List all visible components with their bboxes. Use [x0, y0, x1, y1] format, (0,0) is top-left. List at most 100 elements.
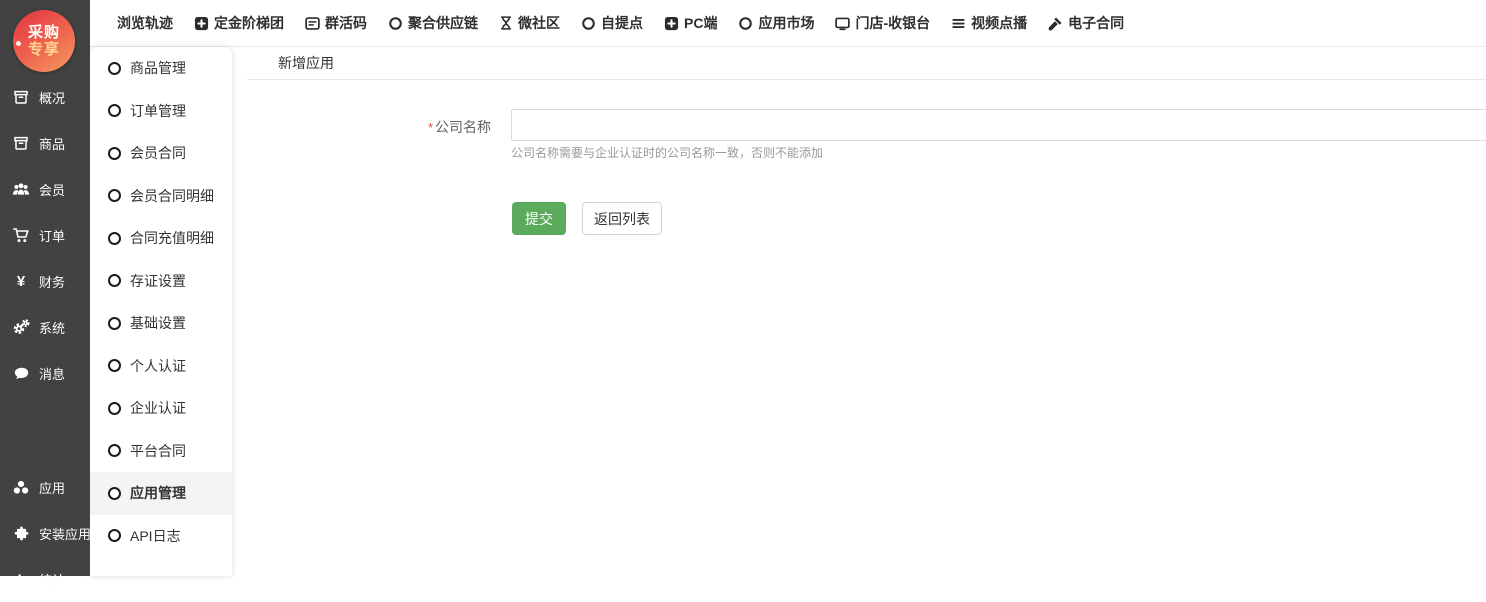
nav-item[interactable]: 应用市场 [738, 13, 814, 33]
submenu-item-label: 个人认证 [130, 356, 186, 376]
submenu-item-label: 商品管理 [130, 58, 186, 78]
monitor-icon [835, 16, 850, 31]
overview-box-icon [12, 88, 30, 106]
sidebar-item-label: 商品 [39, 134, 65, 153]
nav-item[interactable]: 群活码 [305, 13, 367, 33]
stats-icon [12, 570, 30, 588]
nav-item[interactable]: 浏览轨迹 [117, 13, 173, 33]
circle-bullet-icon [108, 147, 121, 160]
sidebar-item[interactable]: 概况 [0, 74, 90, 120]
submenu-item-label: 基础设置 [130, 313, 186, 333]
cart-icon [12, 226, 30, 244]
goods-box-icon [12, 134, 30, 152]
sidebar-item[interactable]: 应用 [0, 464, 90, 510]
submenu-item[interactable]: API日志 [90, 515, 232, 558]
form-actions: 提交 返回列表 [512, 202, 1486, 235]
circle-bullet-icon [108, 444, 121, 457]
sidebar-item[interactable]: 安装应用 [0, 510, 90, 556]
circle-bullet-icon [108, 104, 121, 117]
submenu-item-label: 平台合同 [130, 441, 186, 461]
sidebar-item-label: 应用 [39, 478, 65, 497]
yen-icon: ¥ [12, 272, 30, 290]
submenu-item[interactable]: 会员合同 [90, 132, 232, 175]
sidebar-item-label: 概况 [39, 88, 65, 107]
menu-lines-icon [951, 16, 966, 31]
sidebar-item[interactable]: 商品 [0, 120, 90, 166]
nav-item-label: 自提点 [601, 13, 643, 33]
submenu-item[interactable]: 商品管理 [90, 47, 232, 90]
nav-item[interactable]: 门店-收银台 [835, 13, 930, 33]
plus-square-icon [194, 16, 209, 31]
nav-item-label: 浏览轨迹 [117, 13, 173, 33]
apps-icon [12, 478, 30, 496]
secondary-sidebar: 商品管理 订单管理 会员合同 会员合同明细 合同充值明细 存证设置 基础设置 个… [90, 47, 232, 576]
nav-item[interactable]: 聚合供应链 [388, 13, 478, 33]
submenu-item[interactable]: 会员合同明细 [90, 175, 232, 218]
circle-bullet-icon [108, 529, 121, 542]
circle-icon [581, 16, 596, 31]
sidebar-item-label: 订单 [39, 226, 65, 245]
company-name-row: *公司名称 [247, 109, 1486, 141]
brand-logo[interactable]: 采购 专享 [13, 10, 75, 72]
sidebar-item[interactable]: 统计 [0, 556, 90, 602]
submenu-item[interactable]: 订单管理 [90, 90, 232, 133]
nav-item-label: 群活码 [325, 13, 367, 33]
hourglass-icon [499, 16, 513, 30]
primary-sidebar: 采购 专享 概况 商品 会员 订单 ¥ 财务 系统 [0, 0, 90, 576]
message-icon [12, 364, 30, 382]
submenu-item[interactable]: 合同充值明细 [90, 217, 232, 260]
sidebar-item-label: 会员 [39, 180, 65, 199]
circle-bullet-icon [108, 487, 121, 500]
window-icon [305, 16, 320, 31]
circle-bullet-icon [108, 232, 121, 245]
nav-item-label: PC端 [684, 13, 717, 33]
submenu-item[interactable]: 基础设置 [90, 302, 232, 345]
sidebar-item[interactable]: 消息 [0, 350, 90, 396]
sidebar-item[interactable]: ¥ 财务 [0, 258, 90, 304]
circle-bullet-icon [108, 189, 121, 202]
circle-bullet-icon [108, 274, 121, 287]
top-nav: 浏览轨迹 定金阶梯团 群活码 聚合供应链 微社区 自提点 PC端 应用市场 门店… [90, 0, 1486, 47]
nav-item[interactable]: PC端 [664, 13, 717, 33]
sidebar-item-label: 财务 [39, 272, 65, 291]
sidebar-item[interactable]: 系统 [0, 304, 90, 350]
nav-item[interactable]: 视频点播 [951, 13, 1027, 33]
submenu-item-label: 会员合同 [130, 143, 186, 163]
submenu-item[interactable]: 平台合同 [90, 430, 232, 473]
nav-item-label: 视频点播 [971, 13, 1027, 33]
nav-item[interactable]: 电子合同 [1048, 13, 1124, 33]
submenu-item[interactable]: 应用管理 [90, 472, 232, 515]
brand-line2: 专享 [28, 41, 60, 58]
nav-item-label: 聚合供应链 [408, 13, 478, 33]
main-content: 新增应用 *公司名称 公司名称需要与企业认证时的公司名称一致，否则不能添加 提交… [232, 47, 1486, 576]
plus-square-icon [664, 16, 679, 31]
circle-bullet-icon [108, 62, 121, 75]
sidebar-item-label: 消息 [39, 364, 65, 383]
page-title: 新增应用 [247, 53, 334, 73]
submenu-item-label: 企业认证 [130, 398, 186, 418]
submenu-item[interactable]: 存证设置 [90, 260, 232, 303]
brand-line1: 采购 [28, 24, 60, 41]
sidebar-item-label: 统计 [39, 570, 65, 589]
nav-item[interactable]: 定金阶梯团 [194, 13, 284, 33]
submenu-item[interactable]: 个人认证 [90, 345, 232, 388]
submenu-item[interactable]: 企业认证 [90, 387, 232, 430]
sidebar-item[interactable]: 会员 [0, 166, 90, 212]
submenu-item-label: 合同充值明细 [130, 228, 214, 248]
primary-menu: 概况 商品 会员 订单 ¥ 财务 系统 消息 应用 [0, 74, 90, 602]
submenu-item-label: 会员合同明细 [130, 186, 214, 206]
company-name-input[interactable] [511, 109, 1486, 141]
back-to-list-button[interactable]: 返回列表 [582, 202, 662, 235]
brand-dot [16, 41, 21, 46]
sidebar-item-label: 系统 [39, 318, 65, 337]
nav-item[interactable]: 自提点 [581, 13, 643, 33]
users-icon [12, 180, 30, 198]
gavel-icon [1048, 16, 1063, 31]
nav-item-label: 应用市场 [758, 13, 814, 33]
sidebar-item-label: 安装应用 [39, 524, 91, 543]
submenu-item-label: 存证设置 [130, 271, 186, 291]
nav-item[interactable]: 微社区 [499, 13, 560, 33]
sidebar-item[interactable]: 订单 [0, 212, 90, 258]
submit-button[interactable]: 提交 [512, 202, 566, 235]
nav-item-label: 电子合同 [1068, 13, 1124, 33]
